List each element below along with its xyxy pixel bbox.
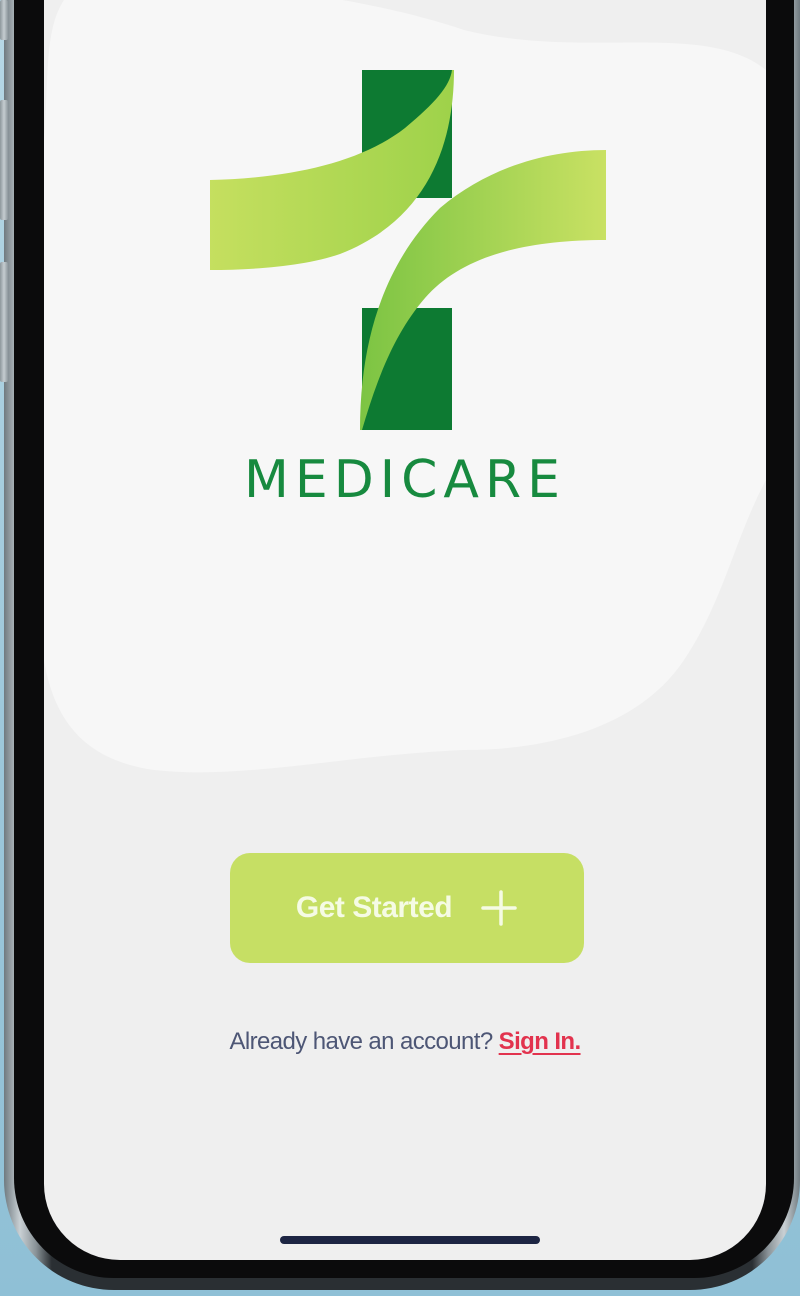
plus-icon [481, 890, 517, 926]
phone-screen: MEDICARE Get Started Already have an acc… [44, 0, 766, 1260]
brand-name: MEDICARE [244, 450, 566, 510]
medical-cross-logo-icon [210, 70, 606, 430]
phone-volume-up-button [0, 100, 8, 220]
signin-link[interactable]: Sign In. [499, 1028, 581, 1055]
home-indicator[interactable] [280, 1236, 540, 1244]
get-started-button[interactable]: Get Started [230, 853, 584, 963]
signin-row: Already have an account? Sign In. [44, 1028, 766, 1056]
signin-prompt: Already have an account? [229, 1028, 493, 1055]
get-started-label: Get Started [295, 891, 453, 924]
phone-volume-down-button [0, 262, 8, 382]
phone-side-button [0, 0, 8, 40]
